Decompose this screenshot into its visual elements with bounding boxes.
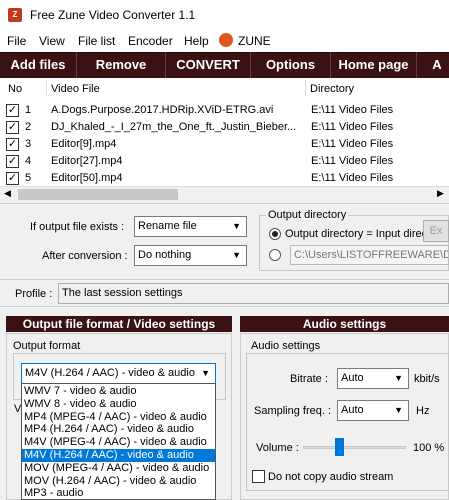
format-option[interactable]: MP4 (MPEG-4 / AAC) - video & audio (22, 411, 215, 424)
format-option[interactable]: M4V (H.264 / AAC) - video & audio (22, 449, 215, 462)
output-format-label: Output format (13, 340, 81, 352)
bitrate-select[interactable]: Auto ▼ (337, 368, 409, 389)
menu-zune[interactable]: ZUNE (238, 34, 271, 48)
format-option[interactable]: WMV 7 - video & audio (22, 385, 215, 398)
row-number: 5 (25, 172, 32, 184)
menu-view[interactable]: View (39, 34, 65, 48)
check-icon: ✓ (7, 138, 18, 150)
profile-label: Profile : (15, 288, 53, 300)
if-exists-value: Rename file (138, 220, 197, 232)
row-video-file: DJ_Khaled_-_I_27m_the_One_ft._Justin_Bie… (51, 121, 297, 133)
row-video-file: A.Dogs.Purpose.2017.HDRip.XViD-ETRG.avi (51, 104, 274, 116)
profile-select[interactable]: The last session settings (58, 283, 449, 304)
format-option[interactable]: MP4 (H.264 / AAC) - video & audio (22, 423, 215, 436)
volume-track[interactable] (303, 446, 406, 449)
row-video-file: Editor[50].mp4 (51, 172, 123, 184)
format-option[interactable]: M4V (MPEG-4 / AAC) - video & audio (22, 436, 215, 449)
volume-value: 100 % (413, 442, 445, 454)
col-video-file[interactable]: Video File (51, 83, 100, 95)
row-video-file: Editor[9].mp4 (51, 138, 117, 150)
menu-file[interactable]: File (7, 34, 26, 48)
format-option[interactable]: MP3 - audio (22, 487, 215, 500)
no-copy-audio-label: Do not copy audio stream (268, 471, 394, 483)
format-option[interactable]: MOV (H.264 / AAC) - video & audio (22, 475, 215, 488)
sampling-label: Sampling freq. : (254, 405, 332, 417)
chevron-down-icon: ▼ (394, 373, 403, 383)
add-files-button[interactable]: Add files (0, 52, 77, 78)
app-icon: Z (8, 8, 22, 22)
options-button[interactable]: Options (251, 52, 331, 78)
row-checkbox[interactable]: ✓ (6, 104, 19, 117)
scroll-right-icon[interactable]: ▶ (437, 188, 444, 199)
output-format-select[interactable]: M4V (H.264 / AAC) - video & audio ▼ (21, 363, 216, 384)
after-conversion-label: After conversion : (42, 250, 128, 262)
row-directory: E:\11 Video Files (311, 104, 394, 116)
chevron-down-icon: ▼ (232, 221, 241, 231)
remove-button[interactable]: Remove (77, 52, 166, 78)
menu-help[interactable]: Help (184, 34, 209, 48)
sampling-value: Auto (341, 404, 364, 416)
row-directory: E:\11 Video Files (311, 121, 394, 133)
col-separator (46, 80, 47, 96)
sampling-unit: Hz (416, 405, 430, 417)
row-directory: E:\11 Video Files (311, 172, 394, 184)
col-separator (305, 80, 306, 96)
check-icon: ✓ (7, 104, 18, 116)
volume-slider-thumb[interactable] (335, 438, 345, 456)
after-conversion-value: Do nothing (138, 249, 192, 261)
row-directory: E:\11 Video Files (311, 155, 394, 167)
format-option[interactable]: MOV (MPEG-4 / AAC) - video & audio (22, 462, 215, 475)
home-page-button[interactable]: Home page (331, 52, 417, 78)
row-directory: E:\11 Video Files (311, 138, 394, 150)
window-title: Free Zune Video Converter 1.1 (30, 8, 196, 22)
input-dir-label: Output directory = Input direc (285, 228, 428, 240)
zune-icon (219, 33, 233, 47)
row-checkbox[interactable]: ✓ (6, 121, 19, 134)
row-number: 3 (25, 138, 32, 150)
volume-label: Volume : (256, 442, 299, 454)
convert-button[interactable]: CONVERT (166, 52, 251, 78)
check-icon: ✓ (7, 121, 18, 133)
row-number: 4 (25, 155, 32, 167)
check-icon: ✓ (7, 172, 18, 184)
if-exists-select[interactable]: Rename file ▼ (134, 216, 247, 237)
output-path-field[interactable]: C:\Users\LISTOFFREEWARE\Do (290, 245, 449, 265)
scrollbar-thumb[interactable] (18, 189, 178, 200)
menu-encoder[interactable]: Encoder (128, 34, 173, 48)
scroll-left-icon[interactable]: ◀ (4, 188, 11, 199)
chevron-down-icon: ▼ (394, 405, 403, 415)
custom-dir-radio[interactable] (269, 249, 281, 261)
check-icon: ✓ (7, 155, 18, 167)
col-directory[interactable]: Directory (310, 83, 354, 95)
audio-settings-header: Audio settings (240, 316, 449, 332)
bitrate-value: Auto (341, 372, 364, 384)
about-button[interactable]: A (417, 52, 449, 78)
menu-file-list[interactable]: File list (78, 34, 115, 48)
video-settings-header: Output file format / Video settings (6, 316, 232, 332)
bitrate-label: Bitrate : (290, 373, 328, 385)
output-directory-title: Output directory (266, 209, 349, 221)
row-number: 2 (25, 121, 32, 133)
no-copy-audio-checkbox[interactable] (252, 470, 265, 483)
row-number: 1 (25, 104, 32, 116)
chevron-down-icon: ▼ (232, 250, 241, 260)
bitrate-unit: kbit/s (414, 373, 440, 385)
row-checkbox[interactable]: ✓ (6, 155, 19, 168)
browse-button[interactable]: Ex (423, 220, 449, 242)
after-conversion-select[interactable]: Do nothing ▼ (134, 245, 247, 266)
audio-group-label: Audio settings (251, 340, 321, 352)
chevron-down-icon: ▼ (201, 368, 210, 378)
row-checkbox[interactable]: ✓ (6, 138, 19, 151)
col-no[interactable]: No (8, 83, 22, 95)
sampling-select[interactable]: Auto ▼ (337, 400, 409, 421)
row-checkbox[interactable]: ✓ (6, 172, 19, 185)
row-video-file: Editor[27].mp4 (51, 155, 123, 167)
format-option[interactable]: WMV 8 - video & audio (22, 398, 215, 411)
if-exists-label: If output file exists : (30, 221, 125, 233)
input-dir-radio[interactable] (269, 228, 281, 240)
output-format-value: M4V (H.264 / AAC) - video & audio (25, 367, 195, 379)
